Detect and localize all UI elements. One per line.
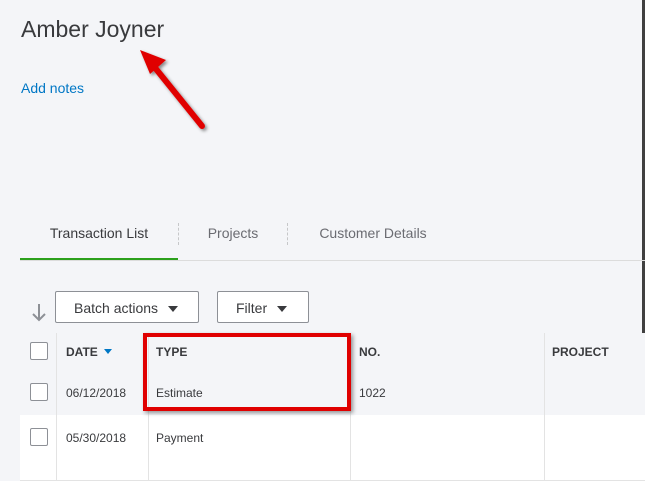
column-divider bbox=[350, 415, 351, 460]
annotation-arrow-icon bbox=[140, 50, 205, 129]
sort-down-icon bbox=[103, 349, 112, 354]
column-divider bbox=[56, 333, 57, 370]
date-cell: 05/30/2018 bbox=[66, 430, 127, 445]
filter-button[interactable]: Filter bbox=[217, 291, 309, 323]
row-checkbox[interactable] bbox=[30, 383, 48, 401]
select-all-checkbox[interactable] bbox=[30, 342, 48, 360]
project-cell bbox=[552, 370, 642, 415]
column-divider bbox=[148, 460, 149, 480]
column-divider bbox=[56, 460, 57, 480]
date-cell: 06/12/2018 bbox=[66, 385, 127, 400]
table-row bbox=[20, 460, 645, 481]
tab-transaction-list[interactable]: Transaction List bbox=[20, 216, 178, 261]
no-cell bbox=[359, 415, 539, 460]
column-divider bbox=[56, 415, 57, 460]
row-checkbox[interactable] bbox=[30, 428, 48, 446]
project-cell bbox=[552, 415, 642, 460]
sort-arrow-icon[interactable] bbox=[30, 302, 48, 324]
customer-panel: Amber Joyner Add notes Transaction List … bbox=[0, 0, 645, 481]
column-divider bbox=[148, 415, 149, 460]
batch-actions-label: Batch actions bbox=[74, 300, 159, 316]
customer-name: Amber Joyner bbox=[21, 16, 165, 42]
add-notes-link[interactable]: Add notes bbox=[21, 80, 84, 96]
chevron-down-icon bbox=[168, 306, 179, 313]
tabs-divider bbox=[20, 260, 645, 261]
column-divider bbox=[544, 370, 545, 415]
no-column-header[interactable]: NO. bbox=[359, 333, 539, 370]
tab-bar: Transaction List Projects Customer Detai… bbox=[20, 216, 645, 261]
no-cell: 1022 bbox=[359, 385, 386, 400]
column-divider bbox=[544, 415, 545, 460]
date-column-header[interactable]: DATE bbox=[66, 333, 146, 370]
column-divider bbox=[350, 460, 351, 480]
project-column-header[interactable]: PROJECT bbox=[552, 333, 642, 370]
batch-actions-button[interactable]: Batch actions bbox=[55, 291, 199, 323]
column-divider bbox=[544, 460, 545, 480]
chevron-down-icon bbox=[277, 306, 288, 313]
table-row[interactable]: 05/30/2018 Payment bbox=[20, 415, 645, 461]
type-highlight-box bbox=[143, 333, 351, 411]
date-header-label: DATE bbox=[66, 344, 98, 359]
column-divider bbox=[544, 333, 545, 370]
tab-customer-details[interactable]: Customer Details bbox=[288, 216, 458, 258]
filter-label: Filter bbox=[236, 300, 268, 316]
column-divider bbox=[56, 370, 57, 415]
type-cell: Payment bbox=[156, 430, 204, 445]
tab-projects[interactable]: Projects bbox=[179, 216, 287, 258]
